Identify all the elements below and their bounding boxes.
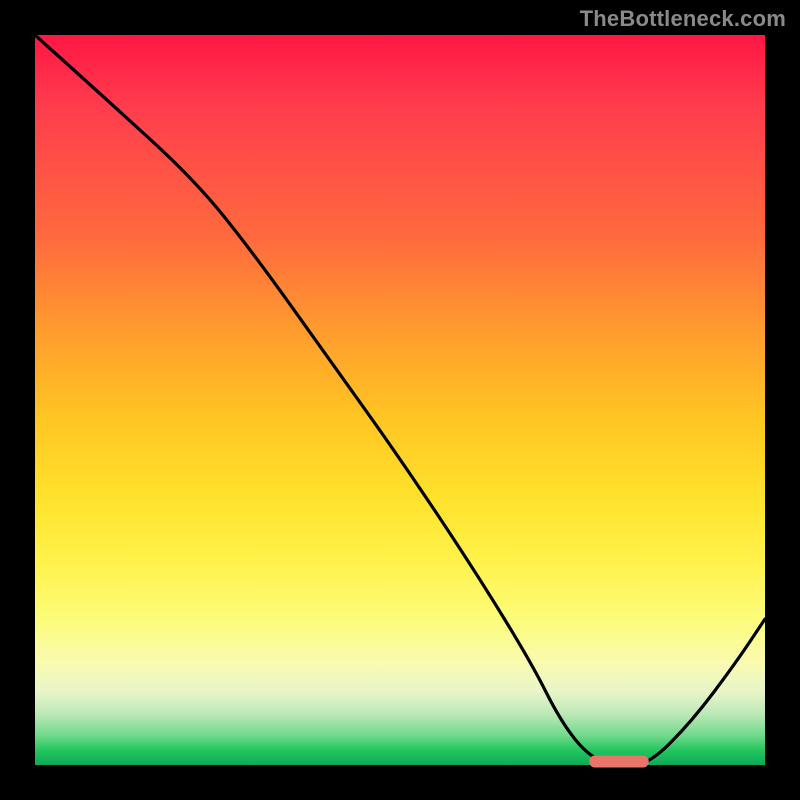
optimal-range-marker (590, 756, 648, 767)
plot-area (35, 35, 765, 765)
chart-svg (35, 35, 765, 765)
bottleneck-curve (35, 35, 765, 765)
watermark-text: TheBottleneck.com (580, 6, 786, 32)
chart-frame: TheBottleneck.com (0, 0, 800, 800)
